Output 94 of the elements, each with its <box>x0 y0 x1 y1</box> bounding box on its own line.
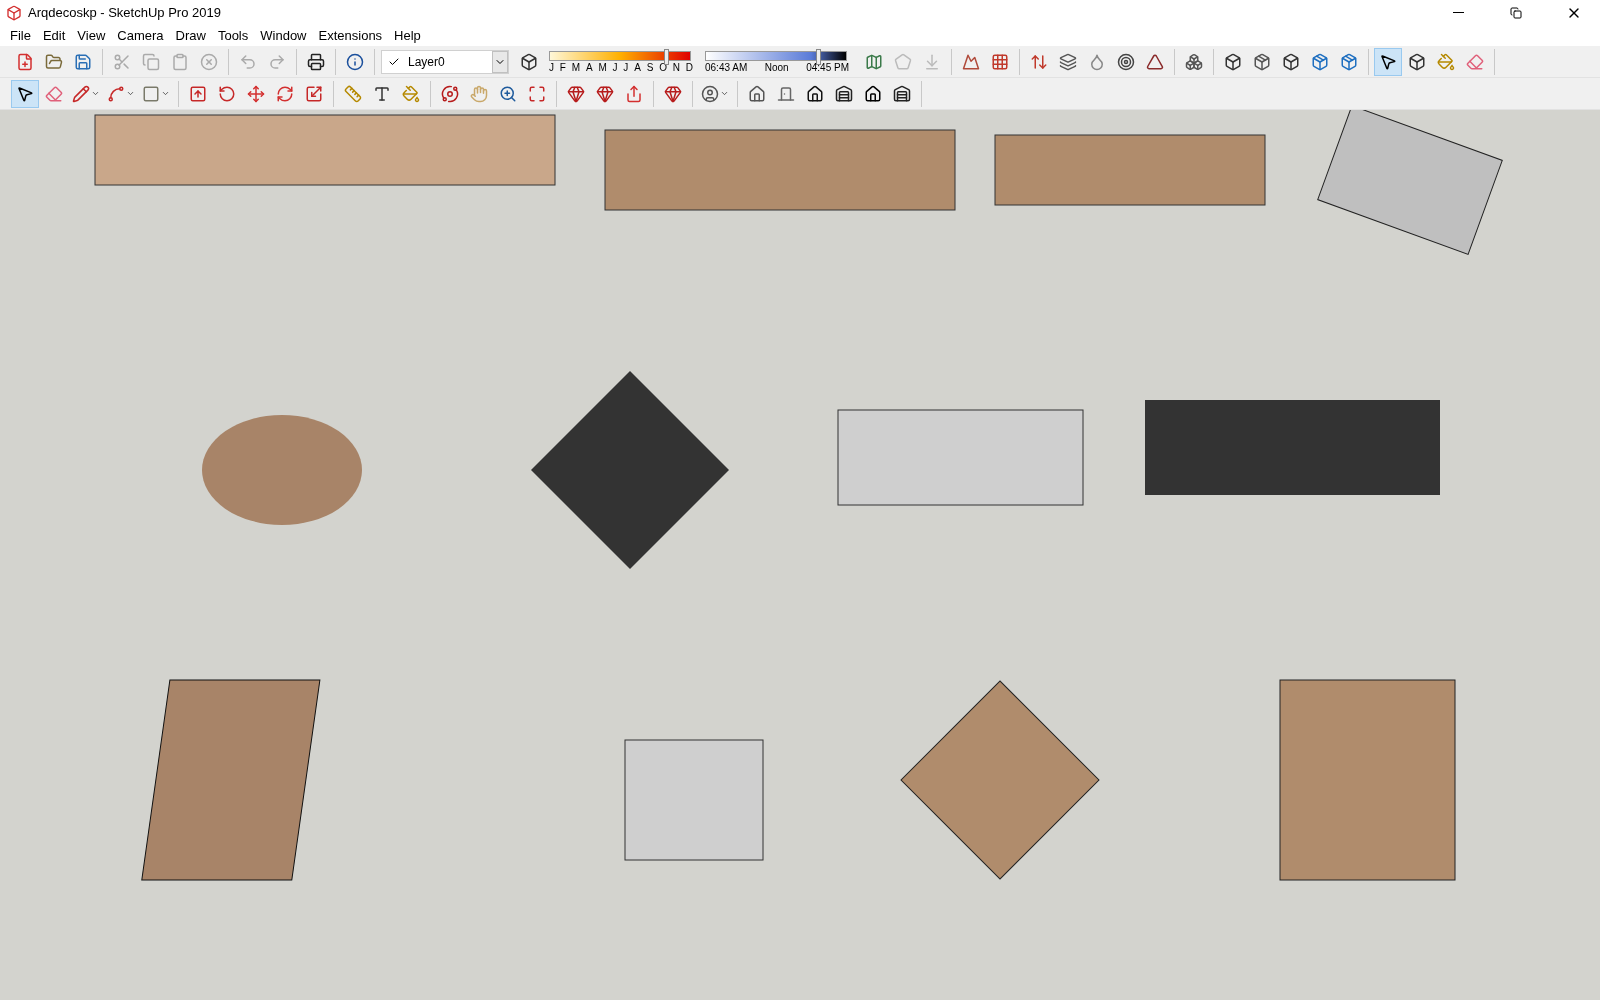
arc-icon <box>107 84 125 103</box>
arrow-down-icon <box>923 52 941 71</box>
scale-icon <box>305 84 323 103</box>
month-label: J <box>549 61 554 73</box>
mountain-icon <box>962 52 980 71</box>
slider-thumb[interactable] <box>816 48 821 65</box>
scissors-icon <box>113 52 131 71</box>
month-label: A <box>634 61 641 73</box>
undo-icon <box>239 52 257 71</box>
box-icon <box>520 52 538 71</box>
layers-icon <box>1059 52 1077 71</box>
package-icon <box>1253 52 1271 71</box>
move-icon <box>247 84 265 103</box>
copy-icon <box>142 52 160 71</box>
pencil-icon <box>72 84 90 103</box>
file-plus-icon <box>16 52 34 71</box>
slider-thumb[interactable] <box>664 48 670 65</box>
gem-icon <box>567 84 585 103</box>
printer-icon <box>307 52 325 71</box>
box-icon <box>1224 52 1242 71</box>
menu-item[interactable]: Edit <box>36 26 72 46</box>
map-icon <box>865 52 883 71</box>
time-label: 06:43 AM <box>705 61 748 73</box>
time-label: Noon <box>764 61 789 73</box>
warehouse-icon <box>835 84 853 103</box>
layer-name: Layer0 <box>408 54 446 69</box>
month-label: M <box>571 61 581 73</box>
ruler-icon <box>344 84 362 103</box>
grid-icon <box>991 52 1009 71</box>
dropdown-button[interactable] <box>492 50 508 73</box>
share-icon <box>625 84 643 103</box>
droplet-icon <box>1088 52 1106 71</box>
month-label: J <box>612 61 618 73</box>
toolbar-button[interactable] <box>1374 47 1402 76</box>
menu-item[interactable]: Tools <box>211 26 255 46</box>
paint-bucket-icon <box>402 84 420 103</box>
box-icon <box>1282 52 1300 71</box>
refresh-icon <box>276 84 294 103</box>
home-icon <box>806 84 824 103</box>
house-icon <box>864 84 882 103</box>
triangle-icon <box>1146 52 1164 71</box>
boxes-icon <box>1185 52 1203 71</box>
pointer-icon <box>1379 52 1397 71</box>
restore-icon <box>1510 6 1522 19</box>
menu-item[interactable]: View <box>71 26 112 46</box>
user-icon <box>701 84 719 103</box>
month-label: N <box>672 61 680 73</box>
circle-x-icon <box>200 52 218 71</box>
info-icon <box>346 52 364 71</box>
app-logo-icon <box>6 4 22 21</box>
menu-item[interactable]: File <box>4 26 37 46</box>
toolbar-button[interactable] <box>11 79 39 108</box>
redo-icon <box>268 52 286 71</box>
month-label: F <box>559 61 566 73</box>
pointer-icon <box>16 84 34 103</box>
month-label: D <box>685 61 693 73</box>
month-label: S <box>646 61 654 73</box>
orbit-icon <box>441 84 459 103</box>
package-icon <box>1340 52 1358 71</box>
month-label: M <box>598 61 607 73</box>
pentagon-icon <box>894 52 912 71</box>
target-icon <box>1117 52 1135 71</box>
warehouse-icon <box>893 84 911 103</box>
menu-item[interactable]: Extensions <box>312 26 389 46</box>
gem-icon <box>596 84 614 103</box>
arrow-up-square-icon <box>189 84 207 103</box>
house-icon <box>748 84 766 103</box>
package-icon <box>1311 52 1329 71</box>
eraser-icon <box>1466 52 1484 71</box>
folder-icon <box>45 52 63 71</box>
hand-icon <box>470 84 488 103</box>
3d-viewport[interactable] <box>0 110 1600 1000</box>
menu-item[interactable]: Draw <box>169 26 212 46</box>
time-label: 04:45 PM <box>806 61 849 73</box>
door-icon <box>777 84 795 103</box>
menu-item[interactable]: Help <box>388 26 427 46</box>
minimize-icon <box>1452 12 1464 13</box>
month-label: J <box>623 61 629 73</box>
magnifier-icon <box>499 84 517 103</box>
window-title: Arqdecoskp - SketchUp Pro 2019 <box>28 5 222 20</box>
month-label: A <box>585 61 593 73</box>
rotate-icon <box>218 84 236 103</box>
layer-dropdown[interactable]: Layer0 <box>381 49 509 74</box>
gem-icon <box>664 84 682 103</box>
menu-item[interactable]: Window <box>254 26 313 46</box>
eraser-icon <box>45 84 63 103</box>
arrow-up-down-icon <box>1030 52 1048 71</box>
clipboard-icon <box>171 52 189 71</box>
text-icon <box>373 84 391 103</box>
square-icon <box>142 84 160 103</box>
menu-item[interactable]: Camera <box>111 26 170 46</box>
box-icon <box>1408 52 1426 71</box>
paint-bucket-icon <box>1437 52 1455 71</box>
maximize-icon <box>528 84 546 103</box>
